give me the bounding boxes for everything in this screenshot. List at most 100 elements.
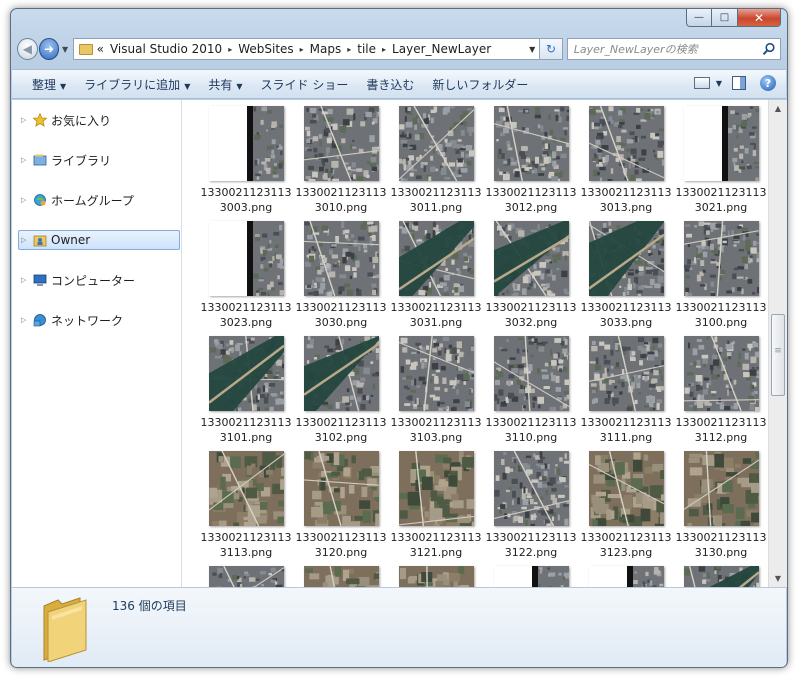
- view-options-dropdown[interactable]: ▼: [716, 79, 722, 88]
- vertical-scrollbar[interactable]: ▲ ≡ ▼: [768, 100, 787, 587]
- recent-pages-dropdown[interactable]: ▼: [59, 45, 70, 54]
- address-bar[interactable]: « Visual Studio 2010 ▸ WebSites ▸ Maps ▸ tile ▸…: [72, 38, 541, 60]
- details-pane: 136 個の項目: [12, 587, 786, 667]
- file-item[interactable]: 13300211231133130.png: [674, 451, 768, 566]
- command-5-button[interactable]: 書き込む: [357, 76, 423, 93]
- file-item[interactable]: 13300211231133112.png: [674, 336, 768, 451]
- scroll-thumb[interactable]: ≡: [771, 314, 785, 396]
- file-item[interactable]: 13300211231133030.png: [294, 221, 388, 336]
- breadcrumb-separator[interactable]: ▸: [347, 45, 351, 54]
- file-item[interactable]: 13300211231133003.png: [199, 106, 293, 221]
- command-3-button[interactable]: 共有 ▼: [199, 76, 251, 93]
- expand-arrow-icon[interactable]: ▷: [21, 316, 31, 324]
- search-input[interactable]: Layer_NewLayerの検索: [568, 41, 698, 57]
- file-item[interactable]: 13300211231133031.png: [389, 221, 483, 336]
- preview-pane-icon[interactable]: [732, 76, 746, 90]
- refresh-button[interactable]: ↻: [540, 38, 563, 60]
- file-item[interactable]: 13300211231133100.png: [674, 221, 768, 336]
- file-item[interactable]: [484, 566, 578, 587]
- file-item[interactable]: [389, 566, 483, 587]
- sidebar-item-6[interactable]: ▷ ネットワーク: [18, 310, 180, 330]
- file-name: 13300211231133003.png: [200, 186, 292, 214]
- file-item[interactable]: [294, 566, 388, 587]
- breadcrumb-separator[interactable]: ▸: [300, 45, 304, 54]
- image-thumbnail: [209, 451, 284, 526]
- change-view-icon[interactable]: [693, 77, 710, 89]
- address-dropdown[interactable]: ▼: [529, 45, 535, 54]
- expand-arrow-icon[interactable]: ▷: [21, 156, 31, 164]
- file-item[interactable]: 13300211231133113.png: [199, 451, 293, 566]
- command-2-button[interactable]: ライブラリに追加 ▼: [75, 76, 199, 93]
- file-name: 13300211231133012.png: [485, 186, 577, 214]
- breadcrumb-item[interactable]: tile: [357, 42, 376, 56]
- file-item[interactable]: [199, 566, 293, 587]
- scroll-down-button[interactable]: ▼: [769, 570, 787, 587]
- forward-button[interactable]: ➜: [38, 38, 60, 60]
- expand-arrow-icon[interactable]: ▷: [21, 116, 31, 124]
- file-item[interactable]: 13300211231133011.png: [389, 106, 483, 221]
- expand-arrow-icon[interactable]: ▷: [21, 196, 31, 204]
- file-name: 13300211231133102.png: [295, 416, 387, 444]
- expand-arrow-icon[interactable]: ▷: [21, 236, 31, 244]
- breadcrumb-item[interactable]: Layer_NewLayer: [392, 42, 491, 56]
- image-thumbnail: [209, 221, 284, 296]
- file-item[interactable]: 13300211231133103.png: [389, 336, 483, 451]
- file-name: 13300211231133031.png: [390, 301, 482, 329]
- file-name: 13300211231133011.png: [390, 186, 482, 214]
- help-icon[interactable]: ?: [760, 75, 776, 91]
- back-button[interactable]: ◀: [17, 38, 38, 60]
- sidebar-item-4[interactable]: ▷ Owner: [18, 230, 180, 250]
- image-thumbnail: [589, 566, 664, 587]
- file-item[interactable]: 13300211231133023.png: [199, 221, 293, 336]
- expand-arrow-icon[interactable]: ▷: [21, 276, 31, 284]
- file-item[interactable]: 13300211231133010.png: [294, 106, 388, 221]
- file-item[interactable]: [674, 566, 768, 587]
- file-item[interactable]: 13300211231133013.png: [579, 106, 673, 221]
- sidebar-item-label: お気に入り: [51, 113, 112, 128]
- minimize-button[interactable]: —: [686, 9, 712, 27]
- file-item[interactable]: 13300211231133120.png: [294, 451, 388, 566]
- sidebar-item-5[interactable]: ▷ コンピューター: [18, 270, 180, 290]
- file-name: 13300211231133103.png: [390, 416, 482, 444]
- command-label: 新しいフォルダー: [432, 77, 529, 92]
- file-name: 13300211231133010.png: [295, 186, 387, 214]
- breadcrumb-overflow[interactable]: «: [97, 42, 104, 56]
- command-6-button[interactable]: 新しいフォルダー: [423, 76, 537, 93]
- breadcrumb-separator[interactable]: ▸: [382, 45, 386, 54]
- file-name: 13300211231133120.png: [295, 531, 387, 559]
- sidebar-item-2[interactable]: ▷ ライブラリ: [18, 150, 180, 170]
- file-item[interactable]: 13300211231133021.png: [674, 106, 768, 221]
- file-item[interactable]: 13300211231133110.png: [484, 336, 578, 451]
- maximize-button[interactable]: □: [712, 9, 738, 27]
- scroll-up-button[interactable]: ▲: [769, 100, 787, 117]
- file-item[interactable]: 13300211231133101.png: [199, 336, 293, 451]
- file-item[interactable]: 13300211231133012.png: [484, 106, 578, 221]
- search-box[interactable]: Layer_NewLayerの検索: [566, 38, 781, 60]
- file-item[interactable]: 13300211231133122.png: [484, 451, 578, 566]
- close-button[interactable]: ✕: [738, 9, 781, 27]
- image-thumbnail: [684, 451, 759, 526]
- file-item[interactable]: 13300211231133102.png: [294, 336, 388, 451]
- breadcrumb-item[interactable]: Maps: [310, 42, 342, 56]
- breadcrumb-item[interactable]: Visual Studio 2010: [110, 42, 222, 56]
- user-folder-icon: [33, 233, 47, 247]
- command-1-button[interactable]: 整理 ▼: [12, 76, 75, 93]
- file-name: 13300211231133023.png: [200, 301, 292, 329]
- file-item[interactable]: 13300211231133123.png: [579, 451, 673, 566]
- breadcrumb-item[interactable]: WebSites: [238, 42, 293, 56]
- sidebar-item-1[interactable]: ▷ お気に入り: [18, 110, 180, 130]
- breadcrumb-separator[interactable]: ▸: [228, 45, 232, 54]
- file-item[interactable]: 13300211231133111.png: [579, 336, 673, 451]
- sidebar-item-3[interactable]: ▷ ホームグループ: [18, 190, 180, 210]
- file-item[interactable]: [579, 566, 673, 587]
- image-thumbnail: [304, 221, 379, 296]
- file-item[interactable]: 13300211231133033.png: [579, 221, 673, 336]
- sidebar-item-label: ライブラリ: [51, 153, 112, 168]
- file-item[interactable]: 13300211231133032.png: [484, 221, 578, 336]
- command-label: ライブラリに追加: [84, 77, 181, 92]
- file-item[interactable]: 13300211231133121.png: [389, 451, 483, 566]
- image-thumbnail: [399, 566, 474, 587]
- command-4-button[interactable]: スライド ショー: [252, 76, 358, 93]
- image-thumbnail: [589, 221, 664, 296]
- search-icon[interactable]: [762, 42, 776, 56]
